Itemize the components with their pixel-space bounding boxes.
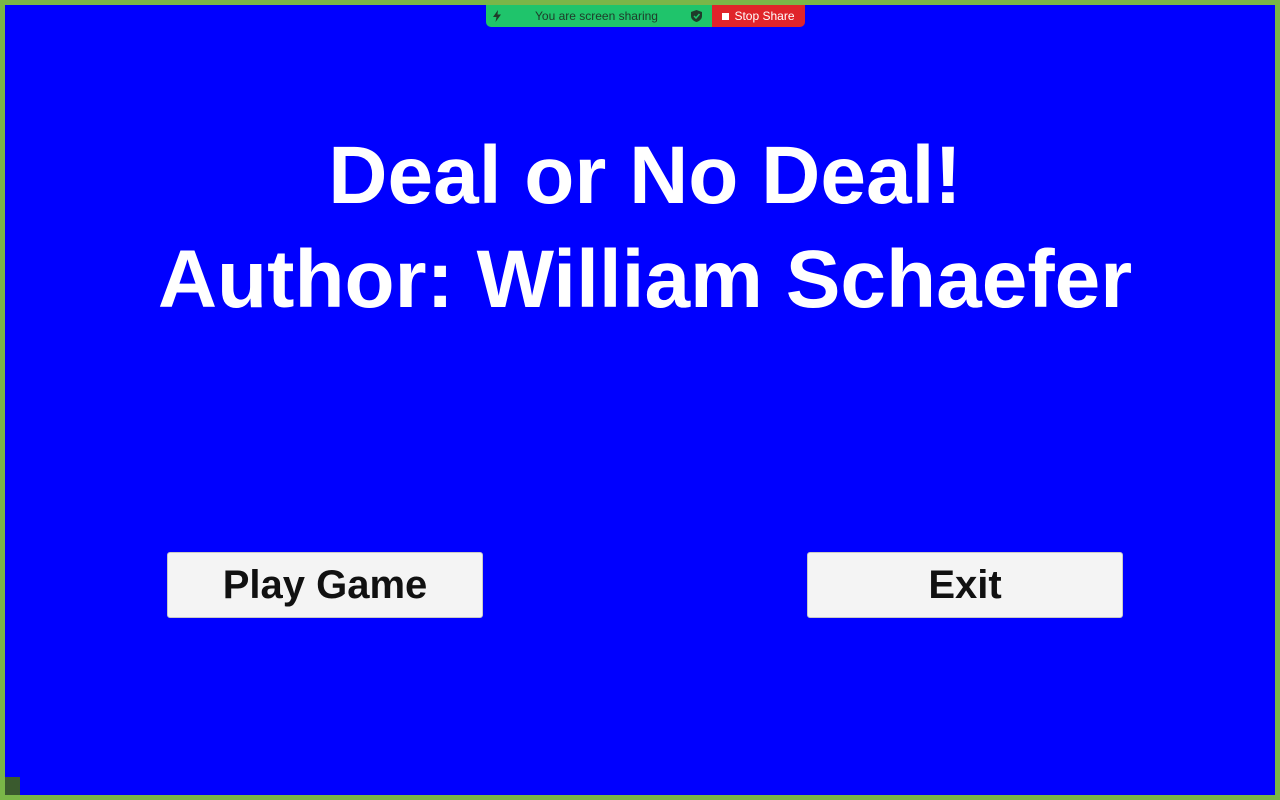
play-game-button[interactable]: Play Game bbox=[167, 552, 483, 618]
shield-check-icon bbox=[691, 10, 702, 22]
author-credit: Author: William Schaefer bbox=[157, 234, 1133, 325]
game-window: You are screen sharing Stop Share Deal o… bbox=[0, 0, 1280, 800]
screen-share-bar: You are screen sharing Stop Share bbox=[486, 5, 805, 27]
exit-button[interactable]: Exit bbox=[807, 552, 1123, 618]
stop-share-button[interactable]: Stop Share bbox=[712, 5, 805, 27]
screen-share-status[interactable]: You are screen sharing bbox=[486, 5, 712, 27]
game-title: Deal or No Deal! bbox=[328, 130, 962, 221]
lightning-icon bbox=[492, 10, 502, 22]
screen-share-status-text: You are screen sharing bbox=[535, 9, 658, 23]
stop-share-label: Stop Share bbox=[734, 9, 795, 23]
resize-handle[interactable] bbox=[5, 777, 20, 795]
stop-icon bbox=[722, 12, 730, 20]
